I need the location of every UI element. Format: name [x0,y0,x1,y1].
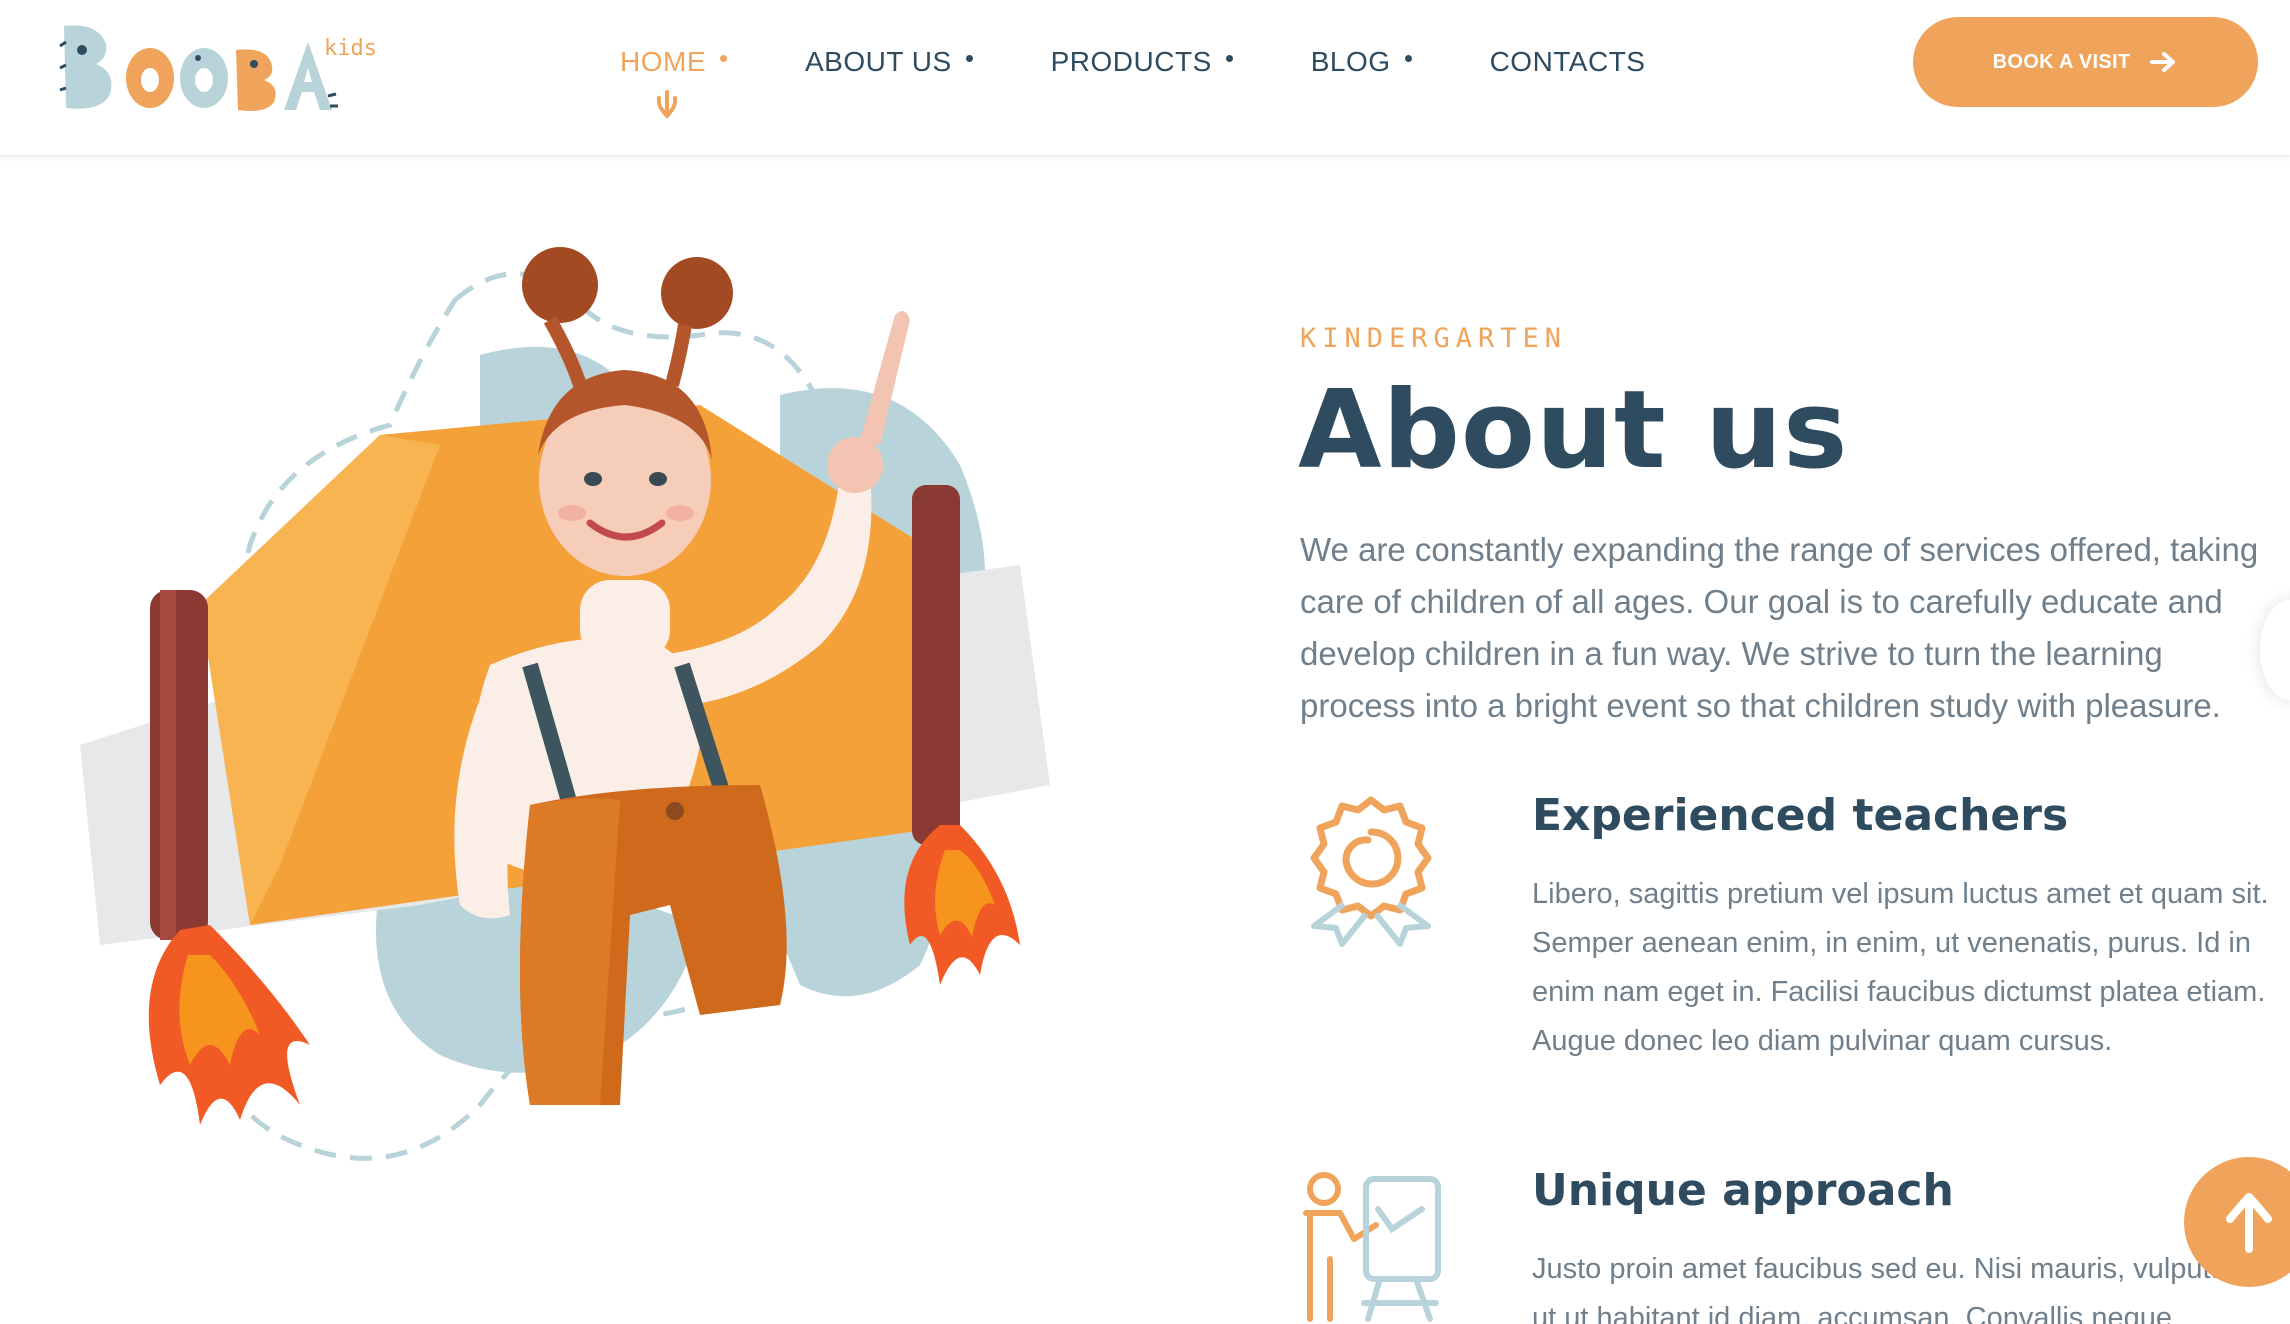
about-intro-text: We are constantly expanding the range of… [1300,531,2259,724]
nav-item-home[interactable]: HOME [620,46,727,118]
feature-title: Experienced teachers [1532,790,2069,841]
active-indicator-icon [656,90,678,118]
site-header: kids HOME ABOUT US PRODUCTS BLOG CONTACT… [0,0,2290,157]
nav-dot [1225,54,1233,62]
hero-illustration [60,225,1100,1245]
nav-item-about-us[interactable]: ABOUT US [805,46,973,78]
nav-label-home: HOME [620,46,706,77]
nav-label-about-us: ABOUT US [805,46,952,77]
section-eyebrow: KINDERGARTEN [1300,323,1568,354]
nav-label-products: PRODUCTS [1050,46,1212,77]
main-nav: HOME ABOUT US PRODUCTS BLOG CONTACTS [620,40,1723,118]
feature-description: Libero, sagittis pretium vel ipsum luctu… [1532,878,2269,1057]
arrow-right-icon [2150,52,2176,72]
nav-item-blog[interactable]: BLOG [1311,46,1412,78]
logo[interactable]: kids [58,16,377,116]
page-title: About us [1298,368,1849,493]
award-ribbon-icon [1310,796,1432,947]
nav-dot [965,54,973,62]
logo-icon [59,25,338,111]
feature-description: Justo proin amet faucibus sed eu. Nisi m… [1532,1253,2251,1324]
nav-item-products[interactable]: PRODUCTS [1051,46,1233,78]
nav-item-contacts[interactable]: CONTACTS [1490,46,1646,78]
feature-title: Unique approach [1532,1165,1954,1216]
nav-dot [1404,54,1412,62]
nav-label-blog: BLOG [1310,46,1391,77]
arrow-up-icon [2226,1193,2272,1253]
nav-dot [720,54,727,62]
side-panel-toggle[interactable] [2260,600,2290,700]
book-a-visit-button[interactable]: BOOK A VISIT [1913,17,2258,107]
nav-label-contacts: CONTACTS [1489,46,1646,77]
teacher-board-icon [1303,1172,1441,1322]
child-rocket-illustration [80,247,1050,1161]
logo-subtitle: kids [324,36,377,61]
book-a-visit-label: BOOK A VISIT [1992,50,2131,73]
